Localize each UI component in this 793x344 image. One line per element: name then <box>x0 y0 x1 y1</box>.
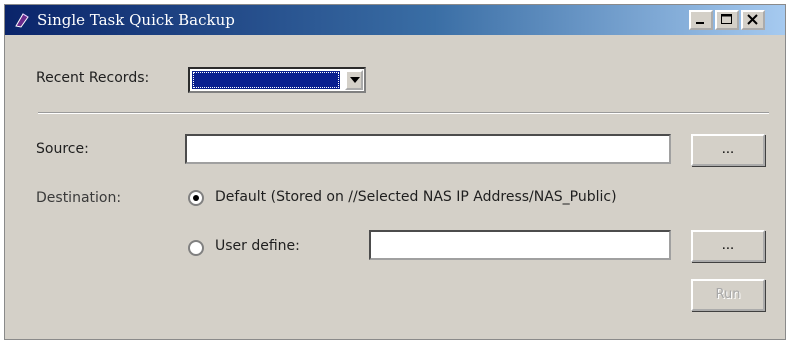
run-button[interactable]: Run <box>691 279 765 311</box>
close-icon <box>747 14 758 25</box>
source-browse-button[interactable]: ... <box>691 134 765 166</box>
default-option-label[interactable]: Default (Stored on //Selected NAS IP Add… <box>215 189 617 205</box>
dropdown-button[interactable] <box>345 70 363 90</box>
destination-label: Destination: <box>36 190 122 206</box>
user-define-radio[interactable] <box>188 240 204 256</box>
close-button[interactable] <box>741 10 765 30</box>
default-radio[interactable] <box>188 190 204 206</box>
section-divider <box>38 112 769 114</box>
minimize-button[interactable] <box>689 10 713 30</box>
source-label: Source: <box>36 141 89 157</box>
recent-records-label: Recent Records: <box>36 70 150 86</box>
chevron-down-icon <box>350 77 360 83</box>
user-define-input[interactable] <box>369 230 671 260</box>
source-input[interactable] <box>185 134 671 164</box>
recent-records-combobox[interactable] <box>188 67 366 93</box>
maximize-button[interactable] <box>715 10 739 30</box>
title-bar[interactable]: Single Task Quick Backup <box>5 5 785 35</box>
recent-records-selected-value <box>192 71 340 89</box>
minimize-icon <box>696 22 704 24</box>
window-title: Single Task Quick Backup <box>37 11 235 29</box>
backup-window: Single Task Quick Backup Recent Records:… <box>4 4 786 340</box>
user-define-label[interactable]: User define: <box>215 238 300 254</box>
destination-browse-button[interactable]: ... <box>691 230 765 262</box>
radio-selected-dot <box>193 195 199 201</box>
app-icon <box>15 13 29 28</box>
maximize-icon <box>721 14 732 24</box>
